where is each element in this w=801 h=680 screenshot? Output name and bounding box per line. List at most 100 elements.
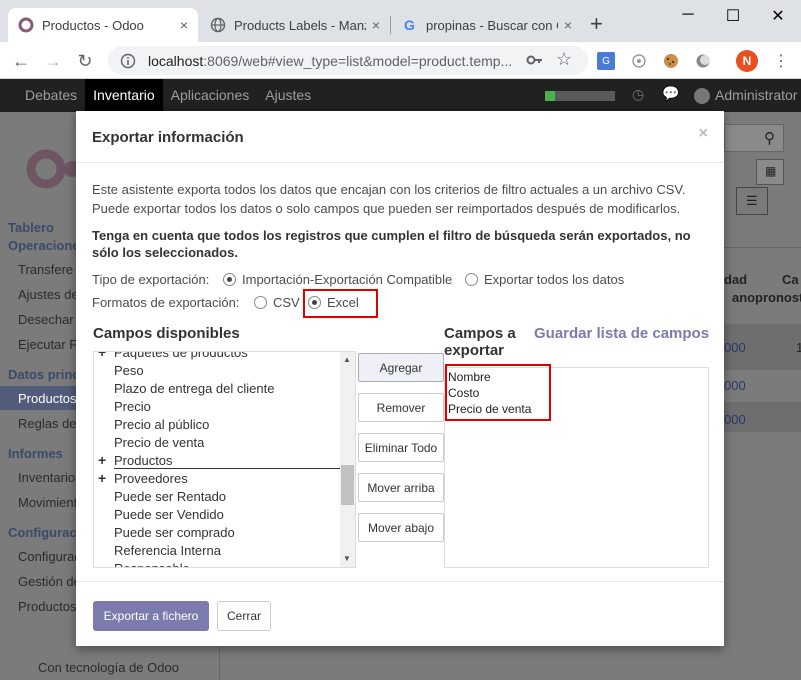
available-fields-list[interactable]: + Paquetes de productos Peso Plazo de entre… — [93, 351, 356, 568]
available-field-item[interactable]: + Proveedores — [98, 470, 188, 486]
minimize-button[interactable]: ─ — [668, 6, 708, 26]
remove-button[interactable]: Remover — [358, 393, 444, 422]
available-field-item[interactable]: Precio de venta — [114, 435, 204, 450]
menu-ajustes[interactable]: Ajustes — [257, 79, 319, 112]
available-field-item[interactable]: Puede ser Vendido — [114, 507, 224, 522]
menu-aplicaciones[interactable]: Aplicaciones — [163, 79, 258, 112]
export-to-file-button[interactable]: Exportar a fichero — [93, 601, 209, 631]
available-field-item[interactable]: + Paquetes de productos — [98, 352, 248, 360]
star-icon[interactable]: ☆ — [556, 49, 572, 70]
cell: 000 — [724, 340, 746, 355]
radio-all-data[interactable] — [465, 273, 478, 286]
available-fields-title: Campos disponibles — [93, 325, 240, 342]
forward-arrow-icon[interactable]: → — [42, 50, 64, 72]
sidebar-item[interactable]: Desechar — [18, 312, 74, 327]
sidebar-head-tablero[interactable]: Tablero — [8, 220, 54, 235]
search-box[interactable] — [724, 124, 784, 152]
tab-close-icon[interactable]: × — [180, 17, 188, 33]
add-button[interactable]: Agregar — [358, 353, 444, 382]
move-down-button[interactable]: Mover abajo — [358, 513, 444, 542]
svg-text:G: G — [404, 17, 415, 33]
chat-icon[interactable]: 💬 — [662, 85, 679, 102]
extension-moon-icon[interactable] — [694, 52, 712, 70]
sidebar-item[interactable]: Movimient — [18, 495, 77, 510]
extension-icon[interactable] — [630, 52, 648, 70]
available-field-item[interactable]: Precio al público — [114, 417, 209, 432]
back-arrow-icon[interactable]: ← — [10, 50, 32, 72]
window-close-button[interactable]: ✕ — [758, 6, 798, 26]
remove-all-button[interactable]: Eliminar Todo — [358, 433, 444, 462]
sidebar-item[interactable]: Gestión de — [18, 574, 81, 589]
menu-debates[interactable]: Debates — [0, 79, 85, 112]
sidebar-item[interactable]: Reglas de — [18, 416, 77, 431]
sidebar-item[interactable]: Ajustes de — [18, 287, 79, 302]
export-type-row: Tipo de exportación: — [92, 270, 209, 289]
sidebar-item[interactable]: Configurac — [18, 549, 81, 564]
close-button[interactable]: Cerrar — [217, 601, 271, 631]
export-type-all[interactable]: Exportar todos los datos — [465, 270, 624, 289]
grid-icon: ▦ — [765, 164, 777, 178]
sidebar-item[interactable]: Ejecutar P — [18, 337, 78, 352]
tab-productos-odoo[interactable]: Productos - Odoo × — [8, 8, 198, 42]
save-fields-list-link[interactable]: Guardar lista de campos — [534, 325, 709, 342]
available-field-item[interactable]: Responsable — [114, 561, 190, 567]
col-header: Ca — [782, 272, 799, 287]
available-fields-scrollbar[interactable]: ▲ ▼ — [340, 352, 355, 567]
cell: 000 — [724, 378, 746, 393]
scroll-up-icon[interactable]: ▲ — [343, 355, 351, 364]
new-tab-button[interactable]: + — [590, 13, 603, 35]
powered-by-odoo[interactable]: Con tecnología de Odoo — [38, 660, 179, 675]
tab-products-labels[interactable]: Products Labels - Manzano × — [200, 8, 390, 42]
expand-plus-icon[interactable]: + — [98, 352, 106, 360]
user-name[interactable]: Administrator — [715, 79, 797, 112]
tab-close-icon[interactable]: × — [564, 17, 572, 33]
export-dialog: Exportar información × Este asistente ex… — [76, 111, 724, 646]
available-field-label: Precio — [114, 399, 151, 414]
translate-icon[interactable]: G — [597, 52, 615, 70]
intro-text-2: Puede exportar todos los datos o solo ca… — [92, 201, 681, 216]
cell: 1 — [796, 340, 801, 355]
modal-title: Exportar información — [92, 129, 244, 146]
menu-inventario[interactable]: Inventario — [85, 79, 163, 112]
move-up-button[interactable]: Mover arriba — [358, 473, 444, 502]
address-bar[interactable]: localhost:8069/web#view_type=list&model=… — [108, 46, 588, 75]
available-field-item[interactable]: + Productos — [98, 452, 173, 468]
scroll-down-icon[interactable]: ▼ — [343, 554, 351, 563]
sidebar-item[interactable]: Transfere — [18, 262, 73, 277]
available-field-item[interactable]: Precio — [114, 399, 151, 414]
reload-icon[interactable]: ↻ — [74, 50, 96, 72]
radio-csv[interactable] — [254, 296, 267, 309]
key-icon[interactable] — [526, 52, 544, 68]
available-field-item[interactable]: Puede ser Rentado — [114, 489, 226, 504]
cookie-icon[interactable] — [662, 52, 680, 70]
clock-icon[interactable]: ◷ — [632, 86, 644, 103]
list-view-button[interactable]: ☰ — [736, 187, 768, 215]
maximize-button[interactable]: ☐ — [713, 6, 753, 26]
sidebar-item[interactable]: Productos — [18, 599, 77, 614]
expand-plus-icon[interactable]: + — [98, 470, 106, 486]
kanban-view-button[interactable]: ▦ — [756, 159, 784, 185]
radio-compatible[interactable] — [223, 273, 236, 286]
scroll-thumb[interactable] — [341, 465, 354, 505]
available-field-item[interactable]: Plazo de entrega del cliente — [114, 381, 274, 396]
tab-close-icon[interactable]: × — [372, 17, 380, 33]
sidebar-item-productos[interactable]: Productos — [18, 391, 77, 406]
available-field-item[interactable]: Peso — [114, 363, 144, 378]
export-type-compatible[interactable]: Importación-Exportación Compatible — [223, 270, 452, 289]
tab-separator — [390, 16, 391, 34]
col-header: pronost — [755, 290, 801, 305]
tab-title: propinas - Buscar con Google — [426, 17, 558, 33]
format-csv[interactable]: CSV — [254, 293, 300, 312]
close-icon[interactable]: × — [699, 125, 708, 143]
available-field-label: Referencia Interna — [114, 543, 221, 558]
header-line — [724, 247, 801, 248]
search-icon[interactable]: ⚲ — [764, 129, 775, 147]
available-field-item[interactable]: Puede ser comprado — [114, 525, 235, 540]
profile-avatar[interactable]: N — [736, 50, 758, 72]
tab-propinas-google[interactable]: G propinas - Buscar con Google × — [392, 8, 582, 42]
sidebar-item[interactable]: Inventario — [18, 470, 75, 485]
more-menu-icon[interactable]: ⋮ — [772, 52, 790, 70]
available-field-item[interactable]: Referencia Interna — [114, 543, 221, 558]
expand-plus-icon[interactable]: + — [98, 452, 106, 468]
highlight-excel-box — [303, 289, 378, 318]
